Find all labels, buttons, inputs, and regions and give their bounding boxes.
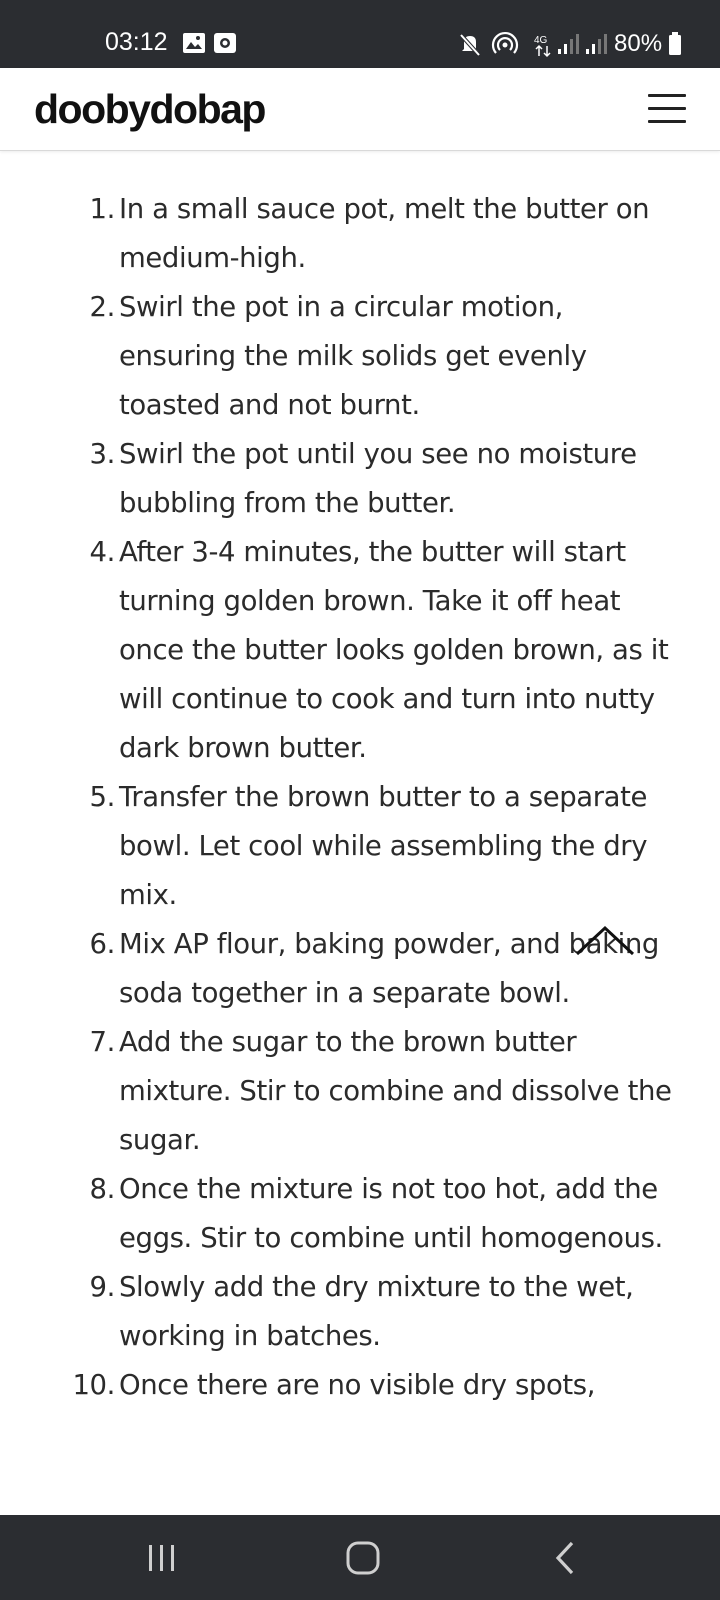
step-number: 9. [89,1271,116,1303]
step-text: Add the sugar to the brown butter mixtur… [119,1026,672,1156]
status-bar: 03:12 4G 80% [0,0,720,68]
step-text: In a small sauce pot, melt the butter on… [119,193,650,274]
step-number: 2. [89,291,116,323]
mute-icon [459,33,481,57]
hotspot-icon [491,31,519,54]
step-text: Swirl the pot in a circular motion, ensu… [119,291,587,421]
step-text: Swirl the pot until you see no moisture … [119,438,637,519]
recipe-step: 2. Swirl the pot in a circular motion, e… [0,283,720,430]
step-text: Once the mixture is not too hot, add the… [119,1173,663,1254]
home-icon[interactable] [344,1539,382,1577]
signal-icon [558,34,579,54]
site-header: doobydobap [0,68,720,151]
step-number: 7. [89,1026,116,1058]
recipe-content: 1. In a small sauce pot, melt the butter… [0,150,720,1515]
step-number: 4. [89,536,116,568]
recipe-step: 9. Slowly add the dry mixture to the wet… [0,1263,720,1361]
recipe-step: 7. Add the sugar to the brown butter mix… [0,1018,720,1165]
step-number: 5. [89,781,116,813]
gallery-icon [183,33,205,53]
step-number: 8. [89,1173,116,1205]
signal-icon [586,34,607,54]
recipe-step: 8. Once the mixture is not too hot, add … [0,1165,720,1263]
recents-icon[interactable] [144,1540,180,1576]
step-number: 6. [89,928,116,960]
recipe-step: 10. Once there are no visible dry spots, [0,1361,720,1410]
screen-record-icon [214,33,236,53]
hamburger-menu-icon[interactable] [648,94,686,124]
step-number: 1. [89,193,116,225]
step-text: Slowly add the dry mixture to the wet, w… [119,1271,634,1352]
site-logo[interactable]: doobydobap [34,84,266,134]
svg-text:4G: 4G [534,35,548,46]
step-number: 10. [72,1369,115,1401]
step-text: Transfer the brown butter to a separate … [119,781,648,911]
recipe-steps-list: 1. In a small sauce pot, melt the butter… [0,185,720,1410]
battery-level: 80% [614,30,663,57]
recipe-step: 3. Swirl the pot until you see no moistu… [0,430,720,528]
step-text: Once there are no visible dry spots, [119,1369,596,1401]
navigation-bar [0,1515,720,1600]
step-number: 3. [89,438,116,470]
4g-icon: 4G [534,35,551,58]
back-icon[interactable] [550,1539,580,1577]
chevron-up-icon[interactable] [575,924,635,958]
recipe-step: 4. After 3-4 minutes, the butter will st… [0,528,720,773]
status-time: 03:12 [105,28,168,56]
battery-icon [669,32,681,55]
recipe-step: 1. In a small sauce pot, melt the butter… [0,185,720,283]
step-text: After 3-4 minutes, the butter will start… [119,536,669,764]
recipe-step: 5. Transfer the brown butter to a separa… [0,773,720,920]
